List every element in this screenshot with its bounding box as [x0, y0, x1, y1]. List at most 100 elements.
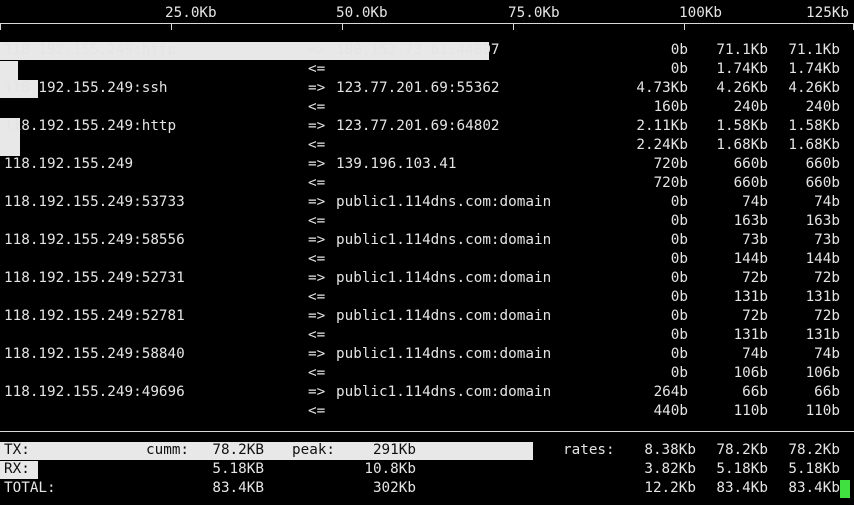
- flow-rate-in: 240b: [733, 99, 768, 115]
- flow-local-host: 118.192.155.249:58840: [4, 346, 185, 362]
- flow-rate-in: 0b: [670, 365, 688, 381]
- flow-local-host: 118.192.155.249:58556: [4, 232, 185, 248]
- flow-rate-out: 0b: [670, 42, 688, 58]
- flow-rate-in: 163b: [805, 213, 840, 229]
- flow-dir-out: =>: [308, 42, 326, 58]
- flow-dir-out: =>: [308, 194, 326, 210]
- flow-remote-host: public1.114dns.com:domain: [336, 384, 552, 400]
- flow-rate-out: 72b: [814, 270, 840, 286]
- flow-dir-out: =>: [308, 156, 326, 172]
- flow-remote-host: public1.114dns.com:domain: [336, 308, 552, 324]
- flow-local-host: 118.192.155.249:52731: [4, 270, 185, 286]
- flow-rate-out: 660b: [733, 156, 768, 172]
- flow-rate-out: 74b: [742, 346, 768, 362]
- flow-rate-out: 66b: [742, 384, 768, 400]
- rx-label: RX:: [4, 461, 30, 477]
- flow-rate-out: 74b: [814, 194, 840, 210]
- flow-local-host: 118.192.155.249:http: [4, 118, 177, 134]
- flow-rate-in: 131b: [733, 327, 768, 343]
- scale-label-25kb: 25.0Kb: [165, 5, 217, 21]
- scale-tick: [342, 23, 343, 30]
- flow-dir-in: <=: [308, 403, 326, 419]
- flow-local-host: 118.192.155.249:ssh: [4, 80, 168, 96]
- scale-tick: [171, 23, 172, 30]
- flow-rate-in: 660b: [733, 175, 768, 191]
- flow-rate-out: 1.58Kb: [788, 118, 840, 134]
- flow-rate-out: 0b: [670, 194, 688, 210]
- flow-remote-host: public1.114dns.com:domain: [336, 232, 552, 248]
- flow-remote-host: public1.114dns.com:domain: [336, 194, 552, 210]
- flow-rate-out: 74b: [814, 346, 840, 362]
- flow-dir-in: <=: [308, 251, 326, 267]
- flow-rate-out: 71.1Kb: [788, 42, 840, 58]
- flow-rate-out: 660b: [805, 156, 840, 172]
- total-cumm-value: 83.4KB: [212, 480, 264, 496]
- flow-rate-in: 1.68Kb: [788, 137, 840, 153]
- flow-dir-out: =>: [308, 118, 326, 134]
- flow-rate-out: 720b: [653, 156, 688, 172]
- flow-dir-in: <=: [308, 99, 326, 115]
- flow-rate-out: 66b: [814, 384, 840, 400]
- flow-remote-host: public1.114dns.com:domain: [336, 270, 552, 286]
- flow-dir-in: <=: [308, 365, 326, 381]
- flow-rate-in: 131b: [805, 327, 840, 343]
- flow-dir-in: <=: [308, 137, 326, 153]
- flow-rate-in: 144b: [733, 251, 768, 267]
- scale-label-125kb: 125Kb: [806, 5, 850, 21]
- flow-remote-host: 123.77.201.69:64802: [336, 118, 500, 134]
- tx-total-bar: [0, 442, 533, 460]
- flow-dir-out: =>: [308, 270, 326, 286]
- flow-rate-out: 264b: [653, 384, 688, 400]
- scale-label-75kb: 75.0Kb: [508, 5, 560, 21]
- flow-rate-out: 74b: [742, 194, 768, 210]
- flow-rate-out: 0b: [670, 346, 688, 362]
- total-peak-value: 302Kb: [372, 480, 416, 496]
- flow-rate-in: 0b: [670, 327, 688, 343]
- tx-rate-2s: 8.38Kb: [644, 442, 696, 458]
- flow-dir-out: =>: [308, 384, 326, 400]
- flow-rate-out: 0b: [670, 232, 688, 248]
- flow-rate-out: 4.73Kb: [636, 80, 688, 96]
- tx-peak-value: 291Kb: [372, 442, 416, 458]
- flow-rate-in: 720b: [653, 175, 688, 191]
- flow-dir-out: =>: [308, 80, 326, 96]
- tx-rate-10s: 78.2Kb: [716, 442, 768, 458]
- flow-rate-in: 106b: [733, 365, 768, 381]
- flow-rate-out: 72b: [742, 308, 768, 324]
- flow-rate-out: 73b: [814, 232, 840, 248]
- tx-label: TX:: [4, 442, 30, 458]
- flow-rate-in: 131b: [805, 289, 840, 305]
- traffic-bar-flow-1-in: [0, 61, 18, 80]
- tx-cumm-label: cumm:: [146, 442, 190, 458]
- total-rate-2s: 12.2Kb: [644, 480, 696, 496]
- total-label: TOTAL:: [4, 480, 56, 496]
- flow-rate-in: 2.24Kb: [636, 137, 688, 153]
- flow-remote-host: 123.77.201.69:55362: [336, 80, 500, 96]
- total-rate-40s: 83.4Kb: [788, 480, 840, 496]
- flow-rate-out: 4.26Kb: [716, 80, 768, 96]
- flow-local-host: 118.192.155.249:http: [4, 42, 177, 58]
- rx-rate-2s: 3.82Kb: [644, 461, 696, 477]
- rx-rate-10s: 5.18Kb: [716, 461, 768, 477]
- flow-rate-in: 163b: [733, 213, 768, 229]
- flow-rate-out: 2.11Kb: [636, 118, 688, 134]
- flow-rate-out: 72b: [742, 270, 768, 286]
- flow-dir-out: =>: [308, 232, 326, 248]
- flow-dir-out: =>: [308, 346, 326, 362]
- flow-rate-in: 160b: [653, 99, 688, 115]
- flow-rate-out: 0b: [670, 308, 688, 324]
- flow-remote-host: 139.196.103.41: [336, 156, 457, 172]
- scale-axis: [0, 23, 854, 24]
- flow-dir-in: <=: [308, 213, 326, 229]
- flow-rate-in: 106b: [805, 365, 840, 381]
- flow-remote-host: 180.153.73.61:44897: [336, 42, 500, 58]
- rx-rate-40s: 5.18Kb: [788, 461, 840, 477]
- flow-rate-in: 440b: [653, 403, 688, 419]
- flow-remote-host: public1.114dns.com:domain: [336, 346, 552, 362]
- flow-rate-out: 71.1Kb: [716, 42, 768, 58]
- scale-tick: [0, 23, 1, 30]
- flow-local-host: 118.192.155.249: [4, 156, 134, 172]
- flow-rate-in: 0b: [670, 289, 688, 305]
- flow-rate-out: 0b: [670, 270, 688, 286]
- flow-dir-in: <=: [308, 61, 326, 77]
